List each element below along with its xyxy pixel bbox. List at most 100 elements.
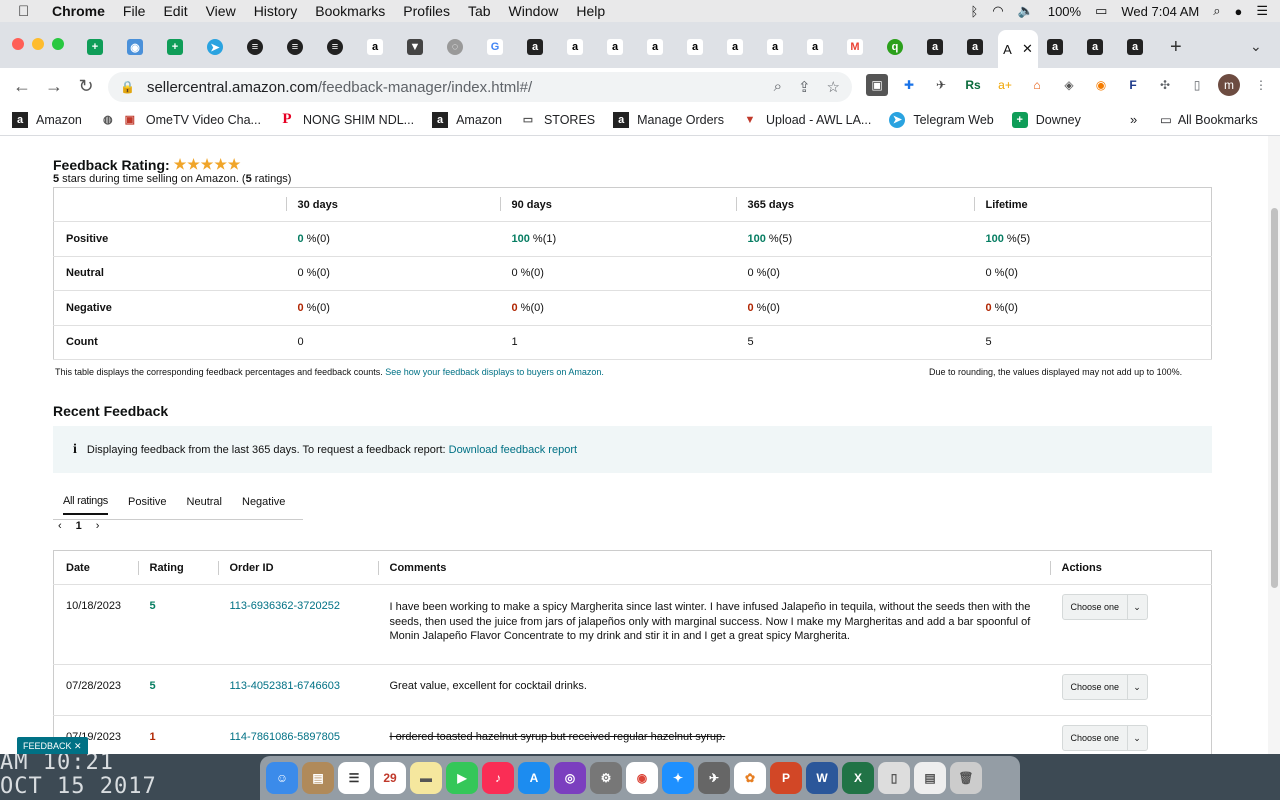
tab[interactable]: ≡ [284,36,306,58]
tab[interactable]: + [84,36,106,58]
tab[interactable]: a [524,36,546,58]
tab[interactable]: ➤ [204,36,226,58]
buyer-display-link[interactable]: See how your feedback displays to buyers… [385,367,604,377]
powerpoint-icon[interactable]: P [770,762,802,794]
puzzle-icon[interactable]: ✣ [1154,74,1176,96]
scrollbar-thumb[interactable] [1271,208,1278,588]
extension-icon[interactable]: ◈ [1058,74,1080,96]
tab[interactable]: a [564,36,586,58]
document-icon[interactable]: ▤ [914,762,946,794]
share-icon[interactable]: ⇪ [798,78,811,96]
bookmarks-overflow-icon[interactable]: » [1130,112,1137,127]
tab[interactable]: + [164,36,186,58]
avatar[interactable]: m [1218,74,1240,96]
volume-icon[interactable]: 🔈 [1018,3,1034,19]
action-dropdown[interactable]: Choose one ⌄ [1061,674,1148,700]
tab[interactable]: M [844,36,866,58]
tab[interactable]: a [644,36,666,58]
tab-negative[interactable]: Negative [242,490,285,514]
system-preferences-icon[interactable]: ⚙ [590,762,622,794]
menu-help[interactable]: Help [576,3,605,19]
clock[interactable]: Wed 7:04 AM [1121,4,1199,19]
tab-positive[interactable]: Positive [128,490,167,514]
action-dropdown[interactable]: Choose one ⌄ [1061,594,1148,620]
bookmark-telegram[interactable]: ➤ Telegram Web [889,111,994,128]
extension-icon[interactable]: F [1122,74,1144,96]
menu-window[interactable]: Window [509,3,559,19]
extension-icon[interactable]: ✈ [930,74,952,96]
bookmark-ometv[interactable]: ◍ ▣ OmeTV Video Cha... [100,112,261,128]
tab-neutral[interactable]: Neutral [187,490,222,514]
tab[interactable]: q [884,36,906,58]
contacts-icon[interactable]: ▤ [302,762,334,794]
menu-edit[interactable]: Edit [163,3,187,19]
active-tab[interactable]: A ✕ [998,30,1038,68]
download-report-link[interactable]: Download feedback report [449,444,577,456]
tab[interactable]: a [924,36,946,58]
trash-icon[interactable]: 🗑 [950,762,982,794]
order-id-link[interactable]: 113-6936362-3720252 [230,600,341,612]
extension-icon[interactable]: Rs [962,74,984,96]
tab[interactable]: a [724,36,746,58]
tab[interactable]: a [764,36,786,58]
tab[interactable]: ≡ [324,36,346,58]
order-id-link[interactable]: 113-4052381-6746603 [230,680,341,692]
tab[interactable]: a [604,36,626,58]
extension-icon[interactable]: ◉ [1090,74,1112,96]
page-number[interactable]: 1 [76,520,82,532]
next-page-icon[interactable]: › [96,520,100,532]
forward-arrow-icon[interactable]: → [38,76,70,97]
lock-icon[interactable]: 🔒 [120,80,135,94]
chrome-icon[interactable]: ◉ [626,762,658,794]
zoom-icon[interactable]: ⌕ [774,78,782,96]
address-bar[interactable]: 🔒 sellercentral.amazon.com /feedback-man… [108,72,852,102]
bookmark-upload-awl[interactable]: ▼ Upload - AWL LA... [742,112,872,128]
tab[interactable]: G [484,36,506,58]
apple-icon[interactable]:  [18,3,36,20]
bookmark-stores[interactable]: ▭ STORES [520,112,595,128]
feedback-widget-button[interactable]: FEEDBACK ✕ [17,737,88,755]
wifi-icon[interactable]: ◠ [992,3,1003,19]
menu-history[interactable]: History [254,3,298,19]
notes-icon[interactable]: ▬ [410,762,442,794]
excel-icon[interactable]: X [842,762,874,794]
back-arrow-icon[interactable]: ← [6,76,38,97]
menu-file[interactable]: File [123,3,146,19]
new-tab-icon[interactable]: + [1170,36,1182,59]
facetime-icon[interactable]: ▶ [446,762,478,794]
siri-icon[interactable]: ◎ [554,762,586,794]
safari-icon[interactable]: ✦ [662,762,694,794]
close-window-button[interactable] [12,38,24,50]
calendar-icon[interactable]: 29 [374,762,406,794]
kebab-menu-icon[interactable]: ⋮ [1250,74,1272,96]
tab[interactable]: ◉ [124,36,146,58]
tab[interactable]: ▼ [404,36,426,58]
launchpad-icon[interactable]: ✈ [698,762,730,794]
bookmark-manage-orders[interactable]: a Manage Orders [613,111,724,128]
music-icon[interactable]: ♪ [482,762,514,794]
spotlight-icon[interactable]: ⌕ [1213,3,1220,19]
menu-bookmarks[interactable]: Bookmarks [315,3,385,19]
action-dropdown[interactable]: Choose one ⌄ [1061,725,1148,751]
all-bookmarks[interactable]: ▭ All Bookmarks [1160,112,1258,128]
menu-app-name[interactable]: Chrome [52,3,105,19]
minimize-window-button[interactable] [32,38,44,50]
battery-icon[interactable]: ▭ [1095,3,1107,19]
tab[interactable]: a [804,36,826,58]
tab-all-ratings[interactable]: All ratings [63,489,108,515]
siri-icon[interactable]: ● [1234,4,1242,19]
reload-icon[interactable]: ↻ [70,76,102,97]
bluetooth-icon[interactable]: ᛒ [971,4,979,19]
extension-icon[interactable]: ⌂ [1026,74,1048,96]
app-store-icon[interactable]: A [518,762,550,794]
menu-profiles[interactable]: Profiles [403,3,450,19]
word-icon[interactable]: W [806,762,838,794]
tab[interactable]: ≡ [244,36,266,58]
tab[interactable]: a [364,36,386,58]
tab-search-chevron-icon[interactable]: ⌄ [1250,38,1262,55]
reminders-icon[interactable]: ☰ [338,762,370,794]
tab[interactable]: a [1044,36,1066,58]
extension-icon[interactable]: ✚ [898,74,920,96]
tab[interactable]: ◌ [444,36,466,58]
star-icon[interactable]: ☆ [827,78,840,96]
